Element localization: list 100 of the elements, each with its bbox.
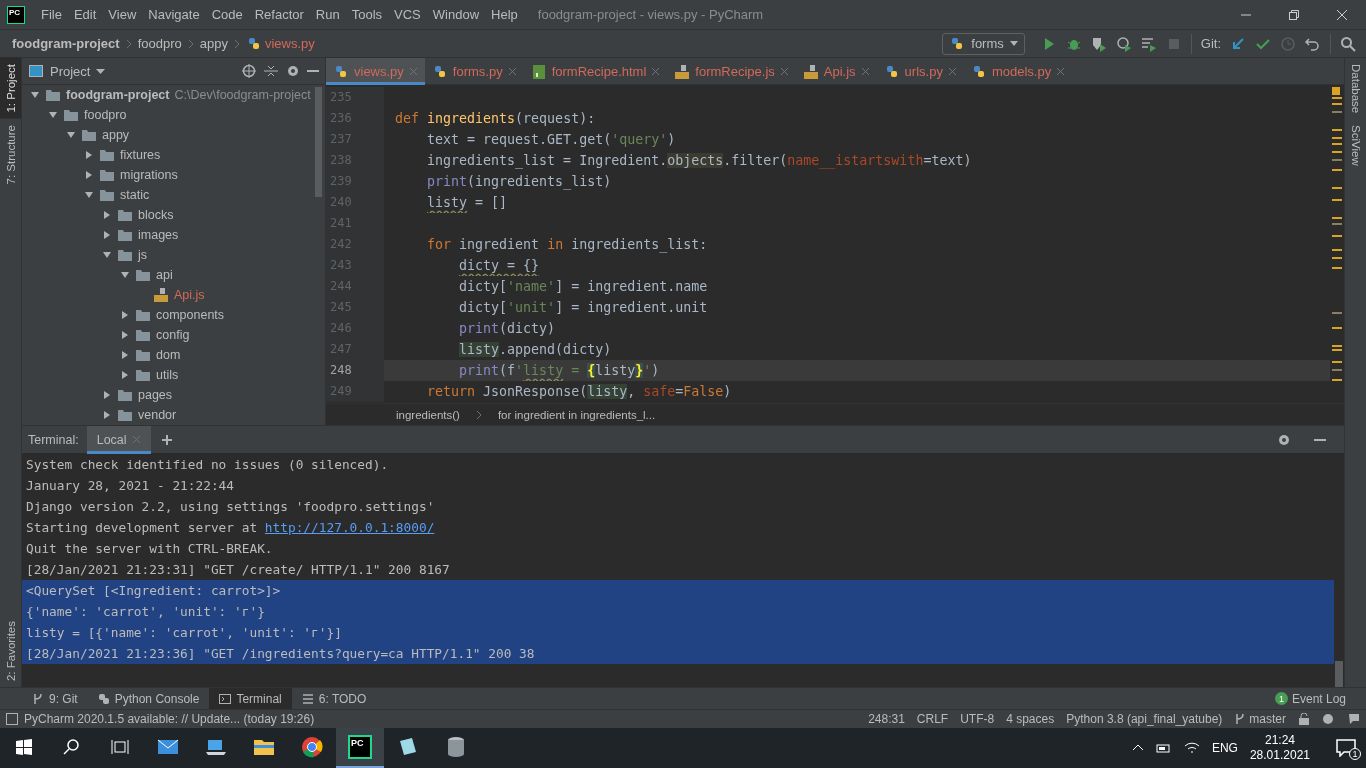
status-item[interactable]: CRLF	[916, 712, 949, 726]
expanded-arrow-icon[interactable]	[66, 130, 76, 140]
collapsed-arrow-icon[interactable]	[84, 150, 94, 160]
tool-window-tab[interactable]: Database	[1345, 58, 1366, 120]
editor-tab[interactable]: Api.js	[795, 58, 877, 85]
code-breadcrumb[interactable]: for ingredient in ingredients_l...	[497, 408, 656, 421]
status-item[interactable]: 248:31	[868, 712, 905, 726]
folder-name[interactable]: foodgram-project	[66, 88, 170, 102]
tool-window-tab[interactable]: 2: Favorites	[0, 614, 21, 687]
menu-item[interactable]: VCS	[388, 7, 427, 22]
run-config-dropdown[interactable]: forms	[942, 32, 1025, 55]
editor-tab[interactable]: urls.py	[876, 58, 964, 85]
breadcrumb[interactable]: appy	[199, 36, 228, 51]
status-message[interactable]: PyCharm 2020.1.5 available: // Update... (today 19:26)	[24, 712, 315, 726]
folder-icon	[99, 167, 115, 183]
folder-name[interactable]: foodpro	[84, 108, 127, 122]
menu-item[interactable]: Tools	[345, 7, 389, 22]
window-icon	[28, 63, 44, 79]
menu-item[interactable]: Refactor	[248, 7, 310, 22]
status-item[interactable]: UTF-8	[960, 712, 995, 726]
folder-name[interactable]: js	[138, 248, 148, 262]
tool-window-tab[interactable]: 1: Project	[0, 58, 21, 119]
scrollbar-thumb[interactable]	[315, 87, 322, 197]
collapsed-arrow-icon[interactable]	[102, 230, 112, 240]
folder-name[interactable]: utils	[156, 368, 179, 382]
folder-name[interactable]: blocks	[138, 208, 174, 222]
tool-window-button[interactable]: 6: TODO	[291, 687, 377, 710]
folder-name[interactable]: components	[156, 308, 225, 322]
editor-tab[interactable]: models.py	[963, 58, 1073, 85]
branch-name[interactable]: master	[1249, 712, 1286, 726]
menu-item[interactable]: View	[102, 7, 143, 22]
tool-window-tab[interactable]: 7: Structure	[0, 118, 21, 191]
clock-time[interactable]: 21:24	[1264, 733, 1295, 748]
code-breadcrumb[interactable]: ingredients()	[396, 408, 460, 421]
lines-run-icon	[1140, 35, 1157, 52]
tool-window-button[interactable]: Terminal	[209, 687, 292, 710]
editor-tab[interactable]: formRecipe.html	[523, 58, 668, 85]
menu-item[interactable]: Help	[485, 7, 524, 22]
tool-window-tab[interactable]: SciView	[1345, 119, 1366, 172]
html-file-icon	[530, 63, 547, 80]
expanded-arrow-icon[interactable]	[120, 270, 130, 280]
menu-item[interactable]: Window	[426, 7, 486, 22]
menu-item[interactable]: Navigate	[142, 7, 206, 22]
menu-item[interactable]: Edit	[67, 7, 103, 22]
terminal-tab[interactable]: Local	[86, 425, 151, 454]
folder-name[interactable]: fixtures	[120, 148, 161, 162]
folder-name[interactable]: vendor	[138, 408, 177, 422]
folder-name[interactable]: images	[138, 228, 179, 242]
collapsed-arrow-icon[interactable]	[120, 370, 130, 380]
file-name[interactable]: Api.js	[174, 288, 205, 302]
caret-icon[interactable]	[96, 68, 106, 74]
url-link[interactable]: http://127.0.0.1:8000/	[264, 517, 435, 538]
code-text: return JsonResponse(listy, safe=False)	[426, 384, 732, 399]
folder-name[interactable]: dom	[156, 348, 181, 362]
menu-item[interactable]: File	[35, 7, 68, 22]
folder-name[interactable]: migrations	[120, 168, 178, 182]
terminal-text: listy = [{'name': 'carrot', 'unit': 'г'}]	[26, 624, 342, 642]
clock-date[interactable]: 28.01.2021	[1249, 748, 1310, 763]
code-text: dicty['name'] = ingredient.name	[458, 279, 708, 294]
collapsed-arrow-icon[interactable]	[102, 390, 112, 400]
code-text: for ingredient in ingredients_list:	[426, 237, 708, 252]
editor-tab[interactable]: forms.py	[424, 58, 524, 85]
collapsed-arrow-icon[interactable]	[102, 210, 112, 220]
scrollbar-thumb[interactable]	[1335, 661, 1343, 687]
expanded-arrow-icon[interactable]	[102, 250, 112, 260]
collapsed-arrow-icon[interactable]	[102, 410, 112, 420]
folder-name[interactable]: api	[156, 268, 173, 282]
folder-name[interactable]: pages	[138, 388, 173, 402]
folder-name[interactable]: config	[156, 328, 190, 342]
tool-window-button[interactable]: 9: Git	[22, 687, 88, 710]
search-icon	[1340, 35, 1356, 52]
expanded-arrow-icon[interactable]	[84, 190, 94, 200]
expanded-arrow-icon[interactable]	[30, 90, 40, 100]
editor-tab[interactable]: formRecipe.js	[667, 58, 796, 85]
expanded-arrow-icon[interactable]	[48, 110, 58, 120]
folder-icon	[135, 267, 151, 283]
folder-name[interactable]: appy	[102, 128, 130, 142]
breadcrumb[interactable]: foodgram-project	[12, 36, 120, 51]
tool-window-button[interactable]: Python Console	[87, 687, 210, 710]
menu-item[interactable]: Code	[205, 7, 249, 22]
language-indicator[interactable]: ENG	[1211, 741, 1238, 755]
status-item[interactable]: Python 3.8 (api_final_yatube)	[1066, 712, 1223, 726]
collapsed-arrow-icon[interactable]	[120, 350, 130, 360]
breadcrumb[interactable]: foodpro	[137, 36, 182, 51]
collapsed-arrow-icon[interactable]	[120, 330, 130, 340]
event-log-button[interactable]: Event Log	[1291, 691, 1346, 706]
target-icon	[241, 63, 257, 79]
collapsed-arrow-icon[interactable]	[120, 310, 130, 320]
folder-icon	[117, 247, 133, 263]
status-item[interactable]: 4 spaces	[1006, 712, 1055, 726]
collapsed-arrow-icon[interactable]	[84, 170, 94, 180]
terminal-text: [28/Jan/2021 21:23:36] "GET /ingredients?query=ca HTTP/1.1" 200 38	[26, 645, 535, 663]
panel-title[interactable]: Project	[50, 63, 91, 79]
breadcrumb[interactable]: views.py	[264, 36, 315, 51]
menu-item[interactable]: Run	[309, 7, 346, 22]
pycharm-app-icon[interactable]: PC	[348, 735, 372, 759]
clock-run-icon	[1115, 35, 1132, 52]
folder-name[interactable]: static	[120, 188, 150, 202]
code-text: ingredients_list = Ingredient.objects.filter(name__istartswith=text)	[426, 153, 972, 168]
taskbar-button[interactable]: PC	[336, 728, 384, 768]
